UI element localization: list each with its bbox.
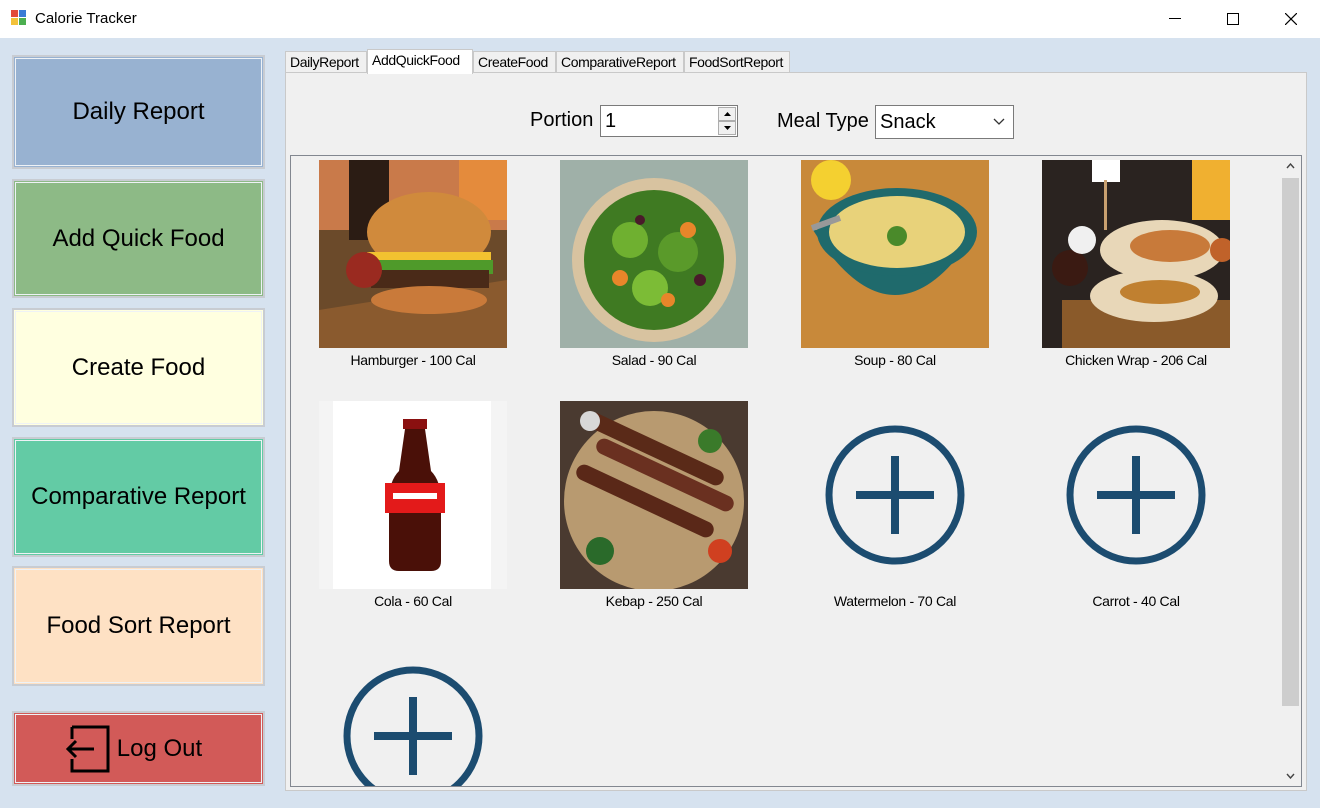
meal-type-select[interactable]: Snack (875, 105, 1014, 139)
close-icon (1285, 13, 1297, 25)
caret-up-icon (723, 112, 731, 116)
food-item[interactable]: Cola - 60 Cal (319, 401, 507, 609)
tab-create-food[interactable]: CreateFood (473, 51, 556, 73)
food-item[interactable]: Soup - 80 Cal (801, 160, 989, 368)
food-item[interactable]: Carrot - 40 Cal (1042, 401, 1230, 609)
window-title: Calorie Tracker (35, 10, 137, 27)
create-food-button[interactable]: Create Food (12, 308, 265, 427)
portion-value: 1 (605, 110, 617, 132)
client-area: Daily Report Add Quick Food Create Food … (0, 38, 1320, 808)
create-food-label: Create Food (71, 353, 206, 381)
daily-report-label: Daily Report (72, 98, 205, 125)
meal-type-value: Snack (880, 111, 936, 133)
food-item[interactable]: Watermelon - 70 Cal (801, 401, 989, 609)
tab-daily-report[interactable]: DailyReport (285, 51, 367, 73)
add-quick-food-label: Add Quick Food (52, 224, 225, 252)
food-sort-report-label: Food Sort Report (46, 612, 231, 639)
food-item[interactable]: Kebap - 250 Cal (560, 401, 748, 609)
logout-button[interactable]: Log Out (12, 711, 265, 786)
chicken-wrap-image[interactable] (1042, 160, 1230, 348)
food-caption: Cola - 60 Cal (374, 593, 452, 609)
food-item[interactable]: Chicken Wrap - 206 Cal (1042, 160, 1230, 368)
add-icon[interactable] (1042, 401, 1230, 589)
app-icon (11, 10, 28, 26)
caret-down-icon (723, 126, 731, 130)
portion-label: Portion (530, 109, 594, 131)
minimize-icon (1169, 18, 1181, 19)
hamburger-image[interactable] (319, 160, 507, 348)
tab-food-sort-report[interactable]: FoodSortReport (684, 51, 790, 73)
logout-label: Log Out (116, 734, 203, 762)
food-grid-panel[interactable]: Hamburger - 100 Cal Salad - 90 Cal Soup … (290, 155, 1302, 787)
chevron-down-icon (993, 118, 1005, 125)
scroll-down-button[interactable] (1280, 766, 1301, 786)
spin-up-button[interactable] (718, 107, 736, 121)
maximize-icon (1227, 13, 1239, 25)
food-caption: Salad - 90 Cal (611, 352, 697, 368)
food-item[interactable]: Hamburger - 100 Cal (319, 160, 507, 368)
food-caption: Kebap - 250 Cal (605, 593, 703, 609)
vertical-scrollbar[interactable] (1280, 156, 1301, 786)
comparative-report-button[interactable]: Comparative Report (12, 437, 265, 557)
minimize-button[interactable] (1146, 0, 1204, 38)
chevron-up-icon (1286, 163, 1295, 169)
food-item[interactable] (319, 642, 507, 786)
cola-image[interactable] (319, 401, 507, 589)
kebap-image[interactable] (560, 401, 748, 589)
maximize-button[interactable] (1204, 0, 1262, 38)
add-icon[interactable] (319, 642, 507, 786)
tab-comparative-report[interactable]: ComparativeReport (556, 51, 684, 73)
food-caption: Soup - 80 Cal (854, 352, 936, 368)
salad-image[interactable] (560, 160, 748, 348)
close-button[interactable] (1262, 0, 1320, 38)
soup-image[interactable] (801, 160, 989, 348)
spin-down-button[interactable] (718, 121, 736, 135)
portion-stepper[interactable]: 1 (600, 105, 738, 137)
chevron-down-icon (1286, 773, 1295, 779)
add-icon[interactable] (801, 401, 989, 589)
add-quick-food-page: Portion 1 Meal Type Snack Hamburger - 10… (285, 72, 1307, 791)
food-item[interactable]: Salad - 90 Cal (560, 160, 748, 368)
scroll-up-button[interactable] (1280, 156, 1301, 176)
food-sort-report-button[interactable]: Food Sort Report (12, 566, 265, 686)
food-caption: Hamburger - 100 Cal (350, 352, 476, 368)
meal-type-label: Meal Type (777, 110, 869, 132)
daily-report-button[interactable]: Daily Report (12, 55, 265, 169)
tab-add-quick-food[interactable]: AddQuickFood (367, 49, 473, 74)
logout-icon (65, 725, 110, 773)
food-caption: Carrot - 40 Cal (1092, 593, 1180, 609)
food-caption: Chicken Wrap - 206 Cal (1065, 352, 1207, 368)
add-quick-food-button[interactable]: Add Quick Food (12, 179, 265, 298)
title-bar: Calorie Tracker (0, 0, 1320, 38)
scroll-thumb[interactable] (1282, 178, 1299, 706)
food-caption: Watermelon - 70 Cal (833, 593, 957, 609)
comparative-report-label: Comparative Report (31, 483, 246, 510)
